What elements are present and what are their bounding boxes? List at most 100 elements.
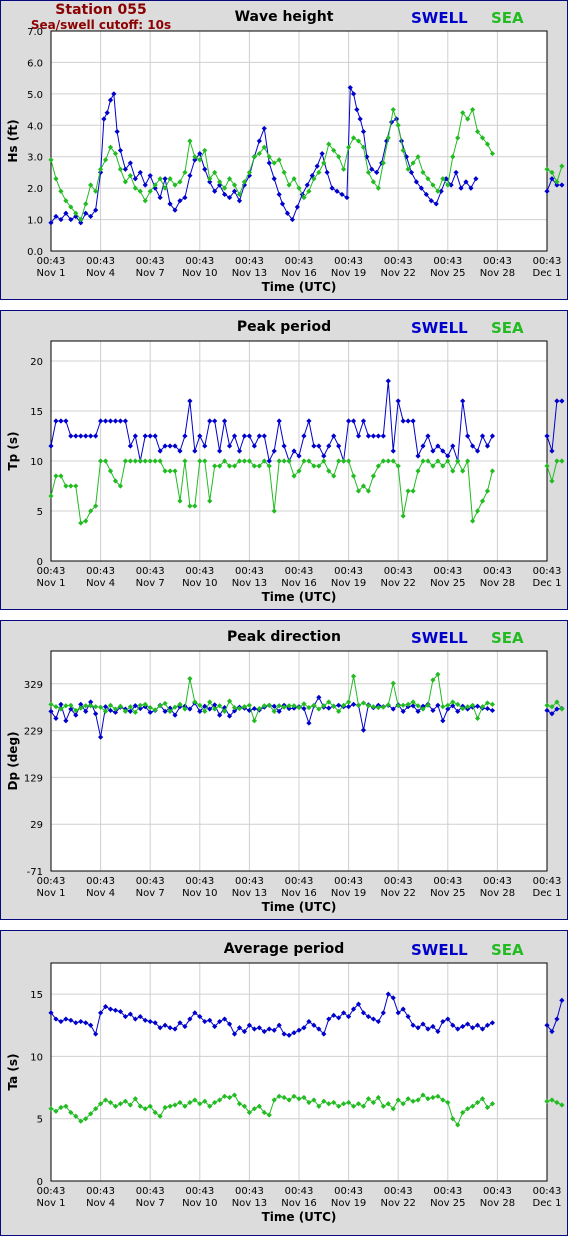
y-axis-label: Ta (s) [6, 1053, 20, 1090]
sea-point [559, 458, 565, 464]
x-tick-date: Dec 1 [533, 578, 562, 589]
average-period-chart: 05101500:43Nov 100:43Nov 400:43Nov 700:4… [6, 941, 565, 1224]
x-tick-time: 00:43 [483, 566, 512, 577]
sea-line [546, 165, 563, 184]
y-tick-label: 4.0 [27, 121, 43, 132]
x-tick-time: 00:43 [235, 566, 264, 577]
x-tick-date: Nov 7 [136, 268, 165, 279]
swell-line [546, 400, 562, 452]
y-tick-label: 10 [30, 457, 43, 468]
x-tick-date: Nov 4 [86, 1198, 115, 1209]
x-tick-date: Nov 25 [430, 888, 465, 899]
chart-title: Peak period [237, 319, 331, 335]
legend-sea: SEA [491, 319, 524, 337]
legend-swell: SWELL [411, 629, 468, 647]
y-tick-label: 5 [37, 507, 43, 518]
x-axis-label: Time (UTC) [262, 590, 337, 604]
peak-period-panel: 0 5 10 15 20 00:43 Nov 1 00:43 Nov 4 00:43 Nov 7 00… [0, 310, 568, 610]
y-tick-label: 229 [24, 727, 43, 738]
swell-point [554, 398, 560, 404]
legend-swell: SWELL [411, 319, 468, 337]
swell-point [559, 997, 565, 1003]
x-tick-time: 00:43 [235, 876, 264, 887]
x-tick-time: 00:43 [483, 256, 512, 267]
x-tick-date: Nov 4 [86, 888, 115, 899]
y-axis-label: Hs (ft) [6, 119, 20, 162]
sea-point [559, 163, 565, 169]
x-tick-date: Nov 13 [232, 1198, 267, 1209]
x-tick-time: 00:43 [433, 256, 462, 267]
x-tick-date: Nov 16 [281, 578, 316, 589]
legend-sea: SEA [491, 629, 524, 647]
y-tick-label: 15 [30, 407, 43, 418]
x-tick-date: Nov 25 [430, 1198, 465, 1209]
x-tick-date: Nov 10 [182, 268, 217, 279]
x-tick-time: 00:43 [37, 1186, 66, 1197]
y-axis-label: Dp (deg) [6, 731, 20, 790]
x-tick-time: 00:43 [533, 876, 562, 887]
x-tick-date: Nov 7 [136, 578, 165, 589]
peak-direction-panel: -71 29 129 229 329 00:43 Nov 1 00:43 Nov 4 00:43 N… [0, 620, 568, 920]
y-tick-label: 5 [37, 1115, 43, 1126]
sea-point [559, 1102, 565, 1108]
x-tick-date: Nov 16 [281, 268, 316, 279]
x-tick-time: 00:43 [37, 876, 66, 887]
x-tick-date: Nov 25 [430, 578, 465, 589]
x-tick-time: 00:43 [235, 256, 264, 267]
y-tick-label: 5.0 [27, 90, 43, 101]
x-tick-date: Nov 10 [182, 1198, 217, 1209]
x-tick-date: Nov 7 [136, 1198, 165, 1209]
sea-point [554, 1099, 560, 1106]
x-tick-date: Nov 1 [36, 1198, 65, 1209]
x-tick-date: Nov 19 [331, 888, 366, 899]
x-tick-time: 00:43 [185, 256, 214, 267]
sea-point [549, 169, 555, 176]
x-tick-time: 00:43 [185, 1186, 214, 1197]
y-tick-label: 6.0 [27, 58, 43, 69]
x-tick-time: 00:43 [334, 1186, 363, 1197]
sea-line [546, 460, 562, 483]
chart-title: Average period [224, 941, 345, 957]
x-tick-date: Dec 1 [533, 888, 562, 899]
y-tick-label: 2.0 [27, 184, 43, 195]
x-tick-date: Dec 1 [533, 268, 562, 279]
x-tick-time: 00:43 [285, 876, 314, 887]
x-tick-time: 00:43 [136, 566, 165, 577]
swell-point [549, 448, 555, 454]
x-tick-time: 00:43 [483, 876, 512, 887]
x-tick-time: 00:43 [235, 1186, 264, 1197]
legend-sea: SEA [491, 9, 524, 27]
swell-line [546, 1000, 563, 1033]
x-tick-time: 00:43 [86, 566, 115, 577]
sea-point [554, 458, 560, 464]
x-tick-date: Nov 25 [430, 268, 465, 279]
x-tick-time: 00:43 [285, 566, 314, 577]
y-axis-label: Tp (s) [6, 431, 20, 470]
x-tick-date: Nov 22 [380, 578, 415, 589]
x-tick-time: 00:43 [185, 566, 214, 577]
x-tick-time: 00:43 [136, 876, 165, 887]
x-tick-time: 00:43 [533, 256, 562, 267]
x-tick-time: 00:43 [334, 566, 363, 577]
x-tick-time: 00:43 [136, 1186, 165, 1197]
x-tick-date: Nov 4 [86, 268, 115, 279]
x-tick-time: 00:43 [334, 876, 363, 887]
y-tick-label: 20 [30, 357, 43, 368]
x-tick-date: Nov 28 [480, 268, 515, 279]
x-tick-date: Nov 10 [182, 578, 217, 589]
chart-title: Peak direction [227, 629, 341, 645]
peak-direction-chart: -712912922932900:43Nov 100:43Nov 400:43N… [6, 629, 565, 914]
x-tick-date: Nov 1 [36, 268, 65, 279]
x-tick-time: 00:43 [433, 566, 462, 577]
x-tick-date: Nov 19 [331, 578, 366, 589]
y-tick-label: 129 [24, 773, 43, 784]
x-tick-date: Nov 4 [86, 578, 115, 589]
x-tick-time: 00:43 [384, 1186, 413, 1197]
y-tick-label: 1.0 [27, 216, 43, 227]
x-tick-time: 00:43 [37, 256, 66, 267]
x-tick-time: 00:43 [533, 1186, 562, 1197]
x-tick-date: Nov 19 [331, 1198, 366, 1209]
x-tick-date: Nov 16 [281, 1198, 316, 1209]
y-tick-label: 7.0 [27, 27, 43, 38]
x-tick-date: Nov 16 [281, 888, 316, 899]
